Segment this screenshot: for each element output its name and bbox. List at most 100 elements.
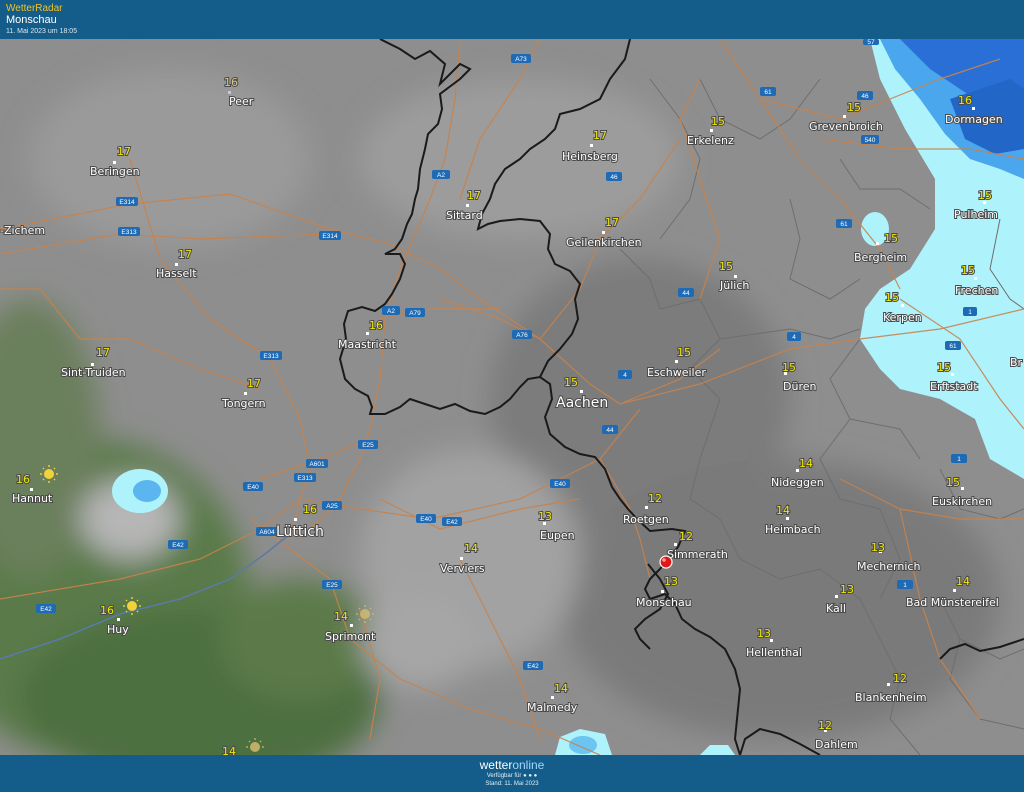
city-name: Jülich — [719, 279, 749, 292]
road-shield: 46 — [606, 172, 622, 181]
city-temp: 17 — [247, 377, 261, 390]
city-name: Heinsberg — [562, 150, 618, 163]
city-name: Malmedy — [527, 701, 578, 714]
windows-icon: ● — [533, 773, 538, 779]
city-temp: 17 — [117, 145, 131, 158]
svg-text:4: 4 — [792, 334, 796, 341]
city-name: Blankenheim — [855, 691, 927, 704]
city-name: Nideggen — [771, 476, 824, 489]
road-shield: E25 — [322, 580, 342, 589]
city-temp: 15 — [978, 189, 992, 202]
city-name: Bergheim — [854, 251, 907, 264]
logo-text-a: wetter — [479, 758, 513, 772]
svg-text:E42: E42 — [527, 663, 539, 670]
svg-text:61: 61 — [764, 89, 772, 96]
road-shield: 61 — [836, 219, 852, 228]
road-shield: E314 — [116, 197, 138, 206]
city-name: -Zichem — [0, 224, 45, 237]
city-name: Pulheim — [954, 208, 998, 221]
city-name: Kerpen — [883, 311, 922, 324]
svg-text:E313: E313 — [297, 475, 313, 482]
city-temp: 12 — [679, 530, 693, 543]
city-temp: 13 — [664, 575, 678, 588]
road-shield: E313 — [118, 227, 140, 236]
city-name: Euskirchen — [932, 495, 992, 508]
map-pin-icon[interactable] — [659, 555, 673, 569]
svg-text:A604: A604 — [259, 529, 275, 536]
svg-text:46: 46 — [861, 93, 869, 100]
road-shield: 46 — [857, 91, 873, 100]
city-name: Erkelenz — [687, 134, 734, 147]
map-canvas: A73 A2 E314 E313 E314 A2 A79 A76 E313 E2… — [0, 39, 1024, 755]
city-name: Hasselt — [156, 267, 197, 280]
road-shield: A604 — [256, 527, 278, 536]
city-temp: 16 — [303, 503, 317, 516]
apple-icon: ● — [523, 773, 527, 779]
svg-text:46: 46 — [610, 174, 618, 181]
city-temp: 17 — [467, 189, 481, 202]
city-name: Tongern — [221, 397, 266, 410]
city-temp: 15 — [677, 346, 691, 359]
svg-text:E25: E25 — [362, 442, 374, 449]
radar-map[interactable]: A73 A2 E314 E313 E314 A2 A79 A76 E313 E2… — [0, 39, 1024, 755]
svg-text:61: 61 — [949, 343, 957, 350]
svg-text:E42: E42 — [172, 542, 184, 549]
city-temp: 15 — [711, 115, 725, 128]
city-temp: 15 — [961, 264, 975, 277]
app-brand: WetterRadar — [6, 3, 63, 14]
road-shield: E314 — [319, 231, 341, 240]
svg-text:E25: E25 — [326, 582, 338, 589]
road-shield: A2 — [432, 170, 450, 179]
city-name: Eschweiler — [647, 366, 706, 379]
city-temp: 16 — [369, 319, 383, 332]
svg-text:A601: A601 — [309, 461, 325, 468]
city-zichem[interactable]: -Zichem — [0, 223, 46, 238]
road-shield: A76 — [512, 330, 532, 339]
city-temp: 17 — [593, 129, 607, 142]
city-br[interactable]: Br — [1009, 355, 1024, 370]
road-shield: A79 — [405, 308, 425, 317]
city-name: Lüttich — [276, 524, 324, 540]
wetteronline-logo[interactable]: wetteronline — [0, 758, 1024, 772]
city-name: Maastricht — [338, 338, 397, 351]
city-temp: 12 — [818, 719, 832, 732]
availability-text: Verfügbar für — [486, 773, 522, 779]
road-shield: 1 — [963, 307, 977, 316]
city-temp: 13 — [757, 627, 771, 640]
svg-text:E42: E42 — [446, 519, 458, 526]
city-name: Br — [1010, 356, 1023, 369]
city-name: Hellenthal — [746, 646, 802, 659]
city-temp: 15 — [719, 260, 733, 273]
road-shield: E42 — [36, 604, 56, 613]
city-name: Monschau — [636, 596, 692, 609]
city-temp: 13 — [840, 583, 854, 596]
city-temp: 15 — [937, 361, 951, 374]
city-name: Heimbach — [765, 523, 821, 536]
city-name: Simmerath — [667, 548, 728, 561]
svg-text:61: 61 — [840, 221, 848, 228]
city-name: Sint-Truiden — [61, 366, 126, 379]
road-shield: E42 — [168, 540, 188, 549]
road-shield: E40 — [243, 482, 263, 491]
road-shield: E25 — [358, 440, 378, 449]
svg-text:A73: A73 — [515, 56, 527, 63]
svg-text:E42: E42 — [40, 606, 52, 613]
road-shield: E42 — [442, 517, 462, 526]
road-shield: E313 — [260, 351, 282, 360]
road-shield: E40 — [416, 514, 436, 523]
logo-text-b: online — [512, 758, 545, 772]
city-name: Huy — [107, 623, 129, 636]
road-shield: 4 — [787, 332, 801, 341]
city-temp: 17 — [96, 346, 110, 359]
city-temp: 14 — [776, 504, 790, 517]
svg-text:E40: E40 — [554, 481, 566, 488]
road-shield: A2 — [382, 306, 400, 315]
city-name: Grevenbroich — [809, 120, 883, 133]
road-shield: 4 — [618, 370, 632, 379]
city-temp: 16 — [224, 76, 238, 89]
svg-text:540: 540 — [865, 137, 876, 144]
city-temp: 13 — [538, 510, 552, 523]
city-name: Frechen — [955, 284, 998, 297]
city-temp: 12 — [893, 672, 907, 685]
city-temp: 15 — [884, 232, 898, 245]
